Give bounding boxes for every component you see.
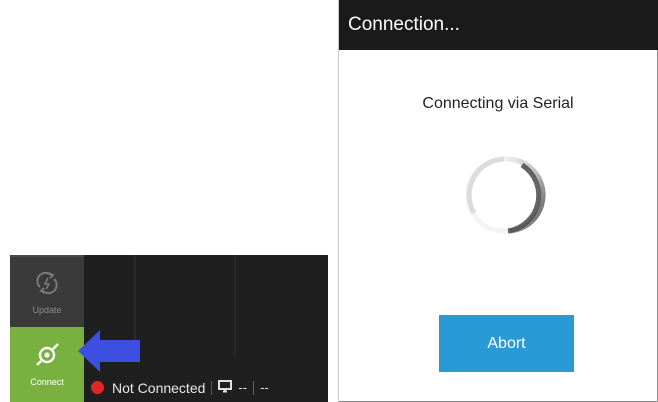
abort-button[interactable]: Abort	[439, 315, 574, 372]
update-button-label: Update	[32, 304, 62, 315]
status-value-a: --	[238, 380, 248, 395]
connect-plug-icon	[34, 342, 60, 373]
dialog-title: Connection...	[348, 14, 460, 35]
side-nav: Update Connect	[10, 255, 84, 402]
connect-button-label: Connect	[30, 377, 64, 387]
update-sync-icon	[34, 270, 60, 301]
connection-status-indicator	[91, 381, 104, 394]
update-button[interactable]: Update	[10, 255, 84, 327]
status-value-b: --	[260, 380, 269, 395]
status-divider	[211, 380, 213, 395]
connecting-message: Connecting via Serial	[422, 95, 574, 112]
panel-divider	[234, 255, 236, 355]
dialog-body: Connecting via Serial Abort	[339, 50, 658, 402]
connect-button[interactable]: Connect	[10, 327, 84, 402]
dialog-title-bar: Connection...	[339, 0, 658, 50]
status-bar: Not Connected -- --	[84, 373, 328, 402]
screenshot-root: Update Connect Not Connected -- -- Conne…	[0, 0, 658, 402]
connection-status-text: Not Connected	[112, 379, 206, 396]
monitor-icon[interactable]	[218, 379, 233, 396]
loading-spinner-icon	[462, 153, 546, 242]
annotation-arrow-icon	[78, 330, 142, 377]
connection-dialog: Connection... Connecting via Serial Abor…	[338, 0, 658, 402]
status-divider	[253, 380, 255, 395]
app-toolbar: Update Connect Not Connected -- --	[10, 255, 328, 402]
